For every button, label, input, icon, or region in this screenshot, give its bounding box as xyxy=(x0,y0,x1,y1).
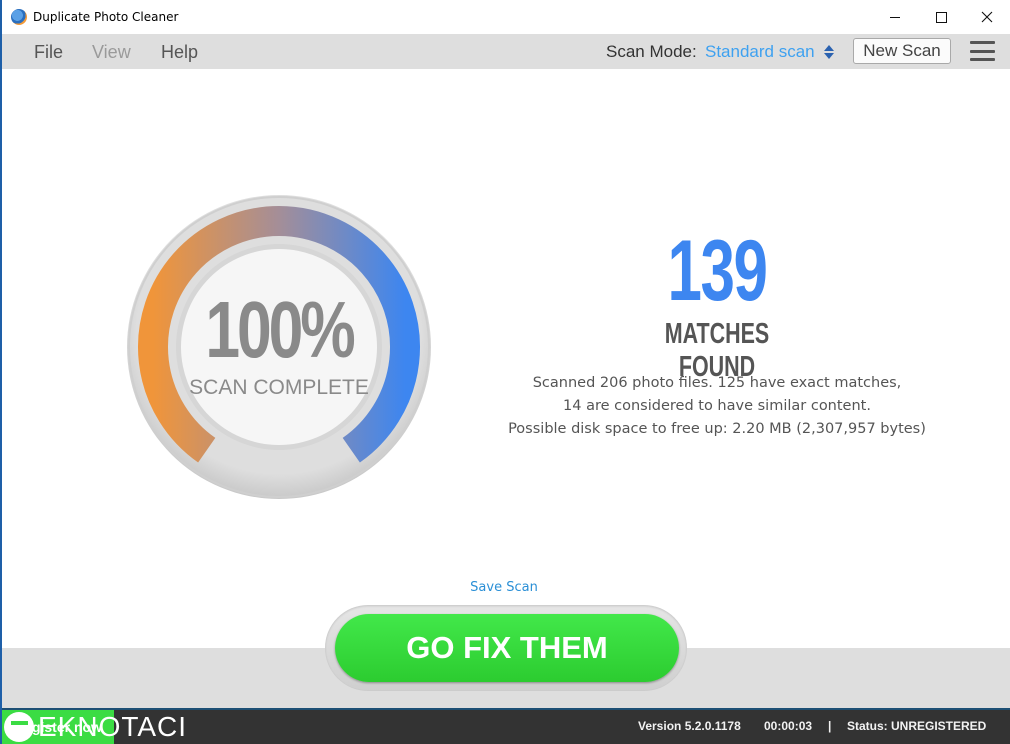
save-scan-link[interactable]: Save Scan xyxy=(454,580,554,595)
scan-progress-gauge: 100% SCAN COMPLETE xyxy=(124,192,434,502)
minimize-button[interactable] xyxy=(872,0,918,34)
window-title: Duplicate Photo Cleaner xyxy=(33,10,179,24)
registration-status: Status: UNREGISTERED xyxy=(847,719,987,733)
elapsed-time: 00:00:03 xyxy=(764,719,813,733)
scan-summary: Scanned 206 photo files. 125 have exact … xyxy=(472,372,962,441)
maximize-icon xyxy=(935,11,947,23)
new-scan-button[interactable]: New Scan xyxy=(853,38,951,64)
register-now-button[interactable]: Register now xyxy=(2,710,114,744)
menu-help[interactable]: Help xyxy=(161,42,198,63)
go-fix-them-button[interactable]: GO FIX THEM xyxy=(335,614,679,682)
status-bar: Register now EKNOTACI Version 5.2.0.1178… xyxy=(2,708,1010,744)
title-bar: Duplicate Photo Cleaner xyxy=(2,0,1010,34)
scan-mode-label: Scan Mode: xyxy=(606,42,697,61)
summary-line: 14 are considered to have similar conten… xyxy=(563,398,871,414)
summary-line: Scanned 206 photo files. 125 have exact … xyxy=(532,375,902,391)
maximize-button[interactable] xyxy=(918,0,964,34)
close-icon xyxy=(981,11,993,23)
gauge-status-label: SCAN COMPLETE xyxy=(189,376,369,399)
summary-line: Possible disk space to free up: 2.20 MB … xyxy=(508,421,926,437)
gauge-percent-text: 100% xyxy=(205,285,355,374)
updown-arrows-icon[interactable] xyxy=(823,44,835,60)
status-separator: | xyxy=(828,719,832,733)
menu-file[interactable]: File xyxy=(34,42,63,63)
app-logo-icon xyxy=(11,9,27,25)
version-text: Version 5.2.0.1178 xyxy=(638,719,741,733)
hamburger-menu-icon[interactable] xyxy=(970,41,995,61)
app-window: Duplicate Photo Cleaner File View Help S… xyxy=(0,0,1010,744)
minimize-icon xyxy=(890,16,900,18)
matches-count: 139 xyxy=(667,223,768,319)
scan-mode-select[interactable]: Standard scan xyxy=(705,42,815,62)
close-button[interactable] xyxy=(964,0,1010,34)
menu-view[interactable]: View xyxy=(92,42,131,63)
